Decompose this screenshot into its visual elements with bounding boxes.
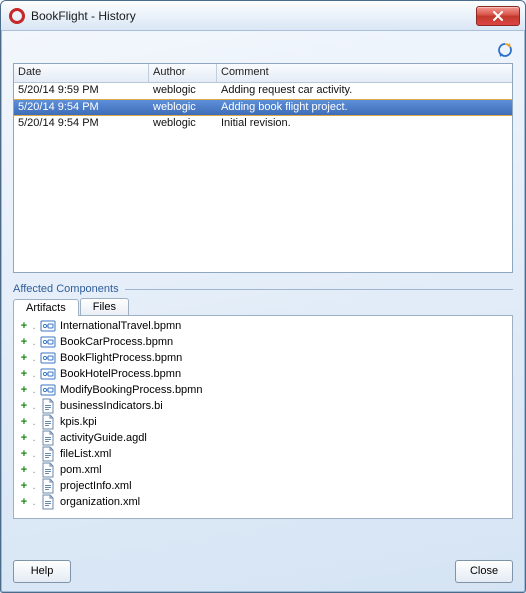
dot-icon: . [30,352,38,364]
file-icon [40,494,56,510]
file-name: projectInfo.xml [58,480,132,492]
affected-components-label: Affected Components [13,283,513,295]
added-icon: + [18,352,30,364]
added-icon: + [18,384,30,396]
tab-artifacts[interactable]: Artifacts [13,299,79,316]
dot-icon: . [30,336,38,348]
help-button[interactable]: Help [13,560,71,583]
component-row[interactable]: +. projectInfo.xml [14,478,512,494]
added-icon: + [18,448,30,460]
file-name: BookHotelProcess.bpmn [58,368,181,380]
cell-comment: Initial revision. [217,116,512,132]
added-icon: + [18,480,30,492]
refresh-icon[interactable] [497,42,513,58]
history-table: Date Author Comment 5/20/14 9:59 PMweblo… [13,63,513,273]
history-body[interactable]: 5/20/14 9:59 PMweblogicAdding request ca… [14,83,512,272]
file-icon [40,398,56,414]
file-name: ModifyBookingProcess.bpmn [58,384,202,396]
bpmn-file-icon [40,366,56,382]
added-icon: + [18,336,30,348]
dot-icon: . [30,464,38,476]
oracle-logo-icon [9,8,25,24]
added-icon: + [18,496,30,508]
file-name: pom.xml [58,464,102,476]
file-icon [40,478,56,494]
cell-date: 5/20/14 9:59 PM [14,83,149,99]
component-row[interactable]: +. pom.xml [14,462,512,478]
component-row[interactable]: +. BookFlightProcess.bpmn [14,350,512,366]
history-row[interactable]: 5/20/14 9:54 PMweblogicInitial revision. [14,116,512,132]
window-title: BookFlight - History [31,9,476,23]
component-row[interactable]: +. businessIndicators.bi [14,398,512,414]
dot-icon: . [30,416,38,428]
column-header-author[interactable]: Author [149,64,217,82]
component-row[interactable]: +. ModifyBookingProcess.bpmn [14,382,512,398]
cell-comment: Adding request car activity. [217,83,512,99]
bpmn-file-icon [40,382,56,398]
component-row[interactable]: +. organization.xml [14,494,512,510]
file-icon [40,414,56,430]
bpmn-file-icon [40,318,56,334]
file-name: InternationalTravel.bpmn [58,320,181,332]
dot-icon: . [30,384,38,396]
file-name: fileList.xml [58,448,111,460]
added-icon: + [18,416,30,428]
history-header: Date Author Comment [14,64,512,83]
cell-author: weblogic [149,83,217,99]
component-row[interactable]: +. BookHotelProcess.bpmn [14,366,512,382]
history-row[interactable]: 5/20/14 9:59 PMweblogicAdding request ca… [14,83,512,99]
dialog-footer: Help Close [1,550,525,592]
added-icon: + [18,320,30,332]
column-header-date[interactable]: Date [14,64,149,82]
added-icon: + [18,368,30,380]
file-name: BookFlightProcess.bpmn [58,352,182,364]
column-header-comment[interactable]: Comment [217,64,512,82]
file-name: activityGuide.agdl [58,432,147,444]
dot-icon: . [30,368,38,380]
added-icon: + [18,464,30,476]
close-button[interactable]: Close [455,560,513,583]
cell-author: weblogic [149,116,217,132]
file-name: BookCarProcess.bpmn [58,336,173,348]
cell-date: 5/20/14 9:54 PM [14,116,149,132]
file-icon [40,462,56,478]
file-icon [40,446,56,462]
file-icon [40,430,56,446]
dialog-body: Date Author Comment 5/20/14 9:59 PMweblo… [1,31,525,550]
dot-icon: . [30,448,38,460]
component-row[interactable]: +. activityGuide.agdl [14,430,512,446]
group-label-text: Affected Components [13,283,119,295]
component-row[interactable]: +. kpis.kpi [14,414,512,430]
divider [125,289,513,290]
dot-icon: . [30,432,38,444]
component-row[interactable]: +. BookCarProcess.bpmn [14,334,512,350]
components-panel[interactable]: +. InternationalTravel.bpmn +. BookCarProce… [13,315,513,519]
component-row[interactable]: +. fileList.xml [14,446,512,462]
tabs: Artifacts Files [13,298,513,315]
cell-date: 5/20/14 9:54 PM [14,100,149,115]
bpmn-file-icon [40,350,56,366]
component-row[interactable]: +. InternationalTravel.bpmn [14,318,512,334]
window-close-button[interactable] [476,6,520,26]
dot-icon: . [30,320,38,332]
file-name: organization.xml [58,496,140,508]
dialog-window: BookFlight - History Date Author Com [0,0,526,593]
file-name: businessIndicators.bi [58,400,163,412]
added-icon: + [18,400,30,412]
added-icon: + [18,432,30,444]
dot-icon: . [30,400,38,412]
dot-icon: . [30,496,38,508]
file-name: kpis.kpi [58,416,97,428]
close-icon [492,11,504,21]
cell-author: weblogic [149,100,217,115]
dot-icon: . [30,480,38,492]
bpmn-file-icon [40,334,56,350]
title-bar: BookFlight - History [1,1,525,31]
tab-files[interactable]: Files [80,298,129,315]
history-row[interactable]: 5/20/14 9:54 PMweblogicAdding book fligh… [14,99,512,116]
cell-comment: Adding book flight project. [217,100,512,115]
toolbar [13,39,513,61]
